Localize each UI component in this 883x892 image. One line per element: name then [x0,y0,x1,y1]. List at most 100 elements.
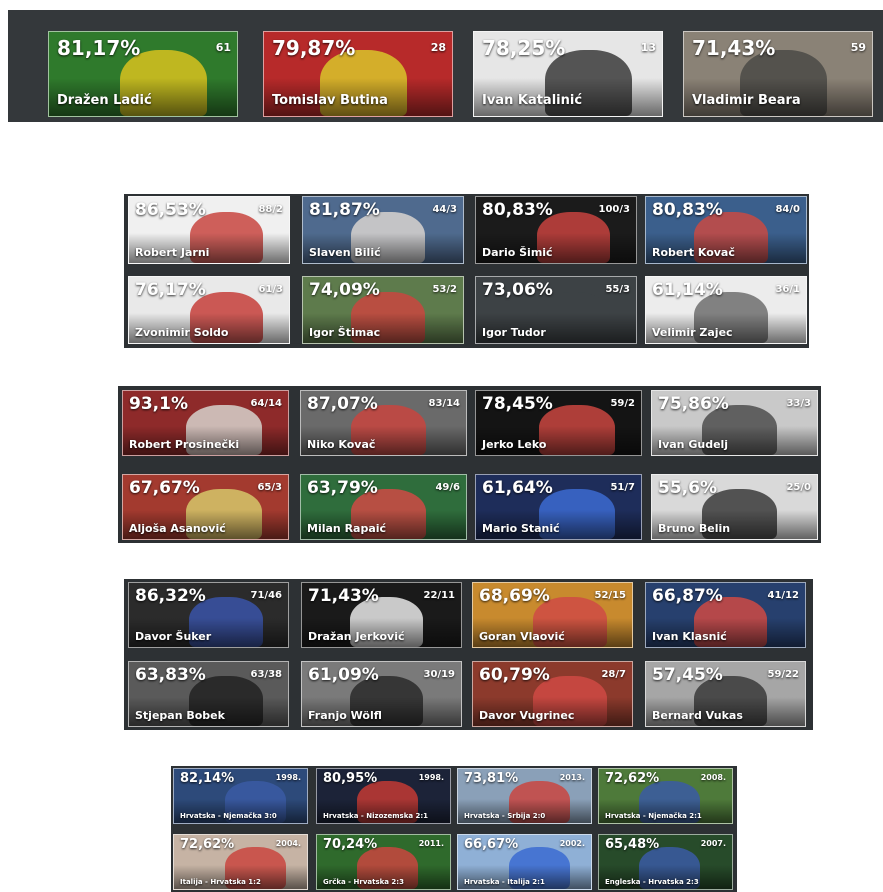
ranking-card[interactable]: 74,09% 53/2 Igor Štimac [302,276,464,344]
rating-percentage: 57,45% [652,665,723,685]
ranking-card[interactable]: 65,48% 2007. Engleska - Hrvatska 2:3 [598,834,733,890]
rating-percentage: 68,69% [479,586,550,606]
card-name: Davor Vugrinec [479,709,575,722]
card-name: Zvonimir Soldo [135,326,229,339]
ranking-card[interactable]: 67,67% 65/3 Aljoša Asanović [122,474,289,540]
card-name: Engleska - Hrvatska 2:3 [605,878,699,886]
ranking-card[interactable]: 93,1% 64/14 Robert Prosinečki [122,390,289,456]
rating-percentage: 74,09% [309,280,380,300]
ranking-card[interactable]: 61,64% 51/7 Mario Stanić [475,474,642,540]
ranking-card[interactable]: 81,87% 44/3 Slaven Bilić [302,196,464,264]
stat-count: 2011. [418,839,444,848]
ranking-card[interactable]: 87,07% 83/14 Niko Kovač [300,390,467,456]
rating-percentage: 81,87% [309,200,380,220]
ranking-card[interactable]: 75,86% 33/3 Ivan Gudelj [651,390,818,456]
stat-count: 2008. [700,773,726,782]
card-name: Robert Prosinečki [129,438,240,451]
stat-count: 51/7 [610,482,635,493]
ranking-card[interactable]: 66,87% 41/12 Ivan Klasnić [645,582,806,648]
rating-percentage: 61,09% [308,665,379,685]
rating-percentage: 63,83% [135,665,206,685]
card-name: Ivan Gudelj [658,438,729,451]
ranking-card[interactable]: 57,45% 59/22 Bernard Vukas [645,661,806,727]
ranking-card[interactable]: 68,69% 52/15 Goran Vlaović [472,582,633,648]
stat-count: 71/46 [250,590,282,601]
card-name: Italija - Hrvatska 1:2 [180,878,261,886]
ranking-card[interactable]: 80,83% 84/0 Robert Kovač [645,196,807,264]
ranking-card[interactable]: 63,83% 63/38 Stjepan Bobek [128,661,289,727]
rating-percentage: 72,62% [605,771,660,786]
rating-percentage: 70,24% [323,837,378,852]
card-name: Hrvatska - Nizozemska 2:1 [323,812,429,820]
ranking-card[interactable]: 66,67% 2002. Hrvatska - Italija 2:1 [457,834,592,890]
rating-percentage: 79,87% [272,36,356,60]
ranking-card[interactable]: 55,6% 25/0 Bruno Belin [651,474,818,540]
stat-count: 59/2 [610,398,635,409]
stat-count: 1998. [275,773,301,782]
ranking-card[interactable]: 70,24% 2011. Grčka - Hrvatska 2:3 [316,834,451,890]
ranking-card[interactable]: 61,09% 30/19 Franjo Wölfl [301,661,462,727]
stat-count: 55/3 [605,284,630,295]
stat-count: 2013. [559,773,585,782]
card-name: Hrvatska - Italija 2:1 [464,878,545,886]
stat-count: 25/0 [786,482,811,493]
ranking-card[interactable]: 60,79% 28/7 Davor Vugrinec [472,661,633,727]
ranking-card[interactable]: 78,25% 13 Ivan Katalinić [473,31,663,117]
card-name: Mario Stanić [482,522,560,535]
stat-count: 84/0 [775,204,800,215]
ranking-card[interactable]: 73,81% 2013. Hrvatska - Srbija 2:0 [457,768,592,824]
ranking-panel-4: 86,32% 71/46 Davor Šuker 71,43% 22/11 Dražan … [124,579,813,730]
rating-percentage: 80,83% [652,200,723,220]
card-name: Vladimir Beara [692,93,801,108]
ranking-panel-5: 82,14% 1998. Hrvatska - Njemačka 3:0 80,95%… [171,766,737,892]
card-name: Goran Vlaović [479,630,565,643]
rating-percentage: 67,67% [129,478,200,498]
rating-percentage: 66,67% [464,837,519,852]
ranking-card[interactable]: 86,32% 71/46 Davor Šuker [128,582,289,648]
stat-count: 100/3 [598,204,630,215]
rating-percentage: 55,6% [658,478,717,498]
card-name: Slaven Bilić [309,246,381,259]
card-name: Tomislav Butina [272,93,388,108]
rating-percentage: 86,32% [135,586,206,606]
card-name: Igor Tudor [482,326,546,339]
stat-count: 33/3 [786,398,811,409]
ranking-panel-2: 86,53% 88/2 Robert Jarni 81,87% 44/3 Slaven B… [124,194,809,348]
rating-percentage: 71,43% [308,586,379,606]
ranking-card[interactable]: 61,14% 36/1 Velimir Zajec [645,276,807,344]
card-name: Hrvatska - Njemačka 2:1 [605,812,702,820]
card-name: Robert Kovač [652,246,735,259]
ranking-card[interactable]: 71,43% 22/11 Dražan Jerković [301,582,462,648]
stat-count: 52/15 [594,590,626,601]
ranking-card[interactable]: 80,83% 100/3 Dario Šimić [475,196,637,264]
stat-count: 2004. [275,839,301,848]
stat-count: 88/2 [258,204,283,215]
ranking-card[interactable]: 76,17% 61/3 Zvonimir Soldo [128,276,290,344]
stat-count: 44/3 [432,204,457,215]
rating-percentage: 63,79% [307,478,378,498]
card-name: Franjo Wölfl [308,709,382,722]
ranking-card[interactable]: 86,53% 88/2 Robert Jarni [128,196,290,264]
card-name: Robert Jarni [135,246,210,259]
ranking-card[interactable]: 79,87% 28 Tomislav Butina [263,31,453,117]
ranking-card[interactable]: 78,45% 59/2 Jerko Leko [475,390,642,456]
stat-count: 2002. [559,839,585,848]
ranking-card[interactable]: 73,06% 55/3 Igor Tudor [475,276,637,344]
ranking-card[interactable]: 72,62% 2004. Italija - Hrvatska 1:2 [173,834,308,890]
ranking-card[interactable]: 82,14% 1998. Hrvatska - Njemačka 3:0 [173,768,308,824]
stat-count: 13 [640,41,656,54]
stat-count: 83/14 [428,398,460,409]
rating-percentage: 60,79% [479,665,550,685]
ranking-card[interactable]: 63,79% 49/6 Milan Rapaić [300,474,467,540]
ranking-card[interactable]: 81,17% 61 Dražen Ladić [48,31,238,117]
ranking-card[interactable]: 72,62% 2008. Hrvatska - Njemačka 2:1 [598,768,733,824]
ranking-panel-3: 93,1% 64/14 Robert Prosinečki 87,07% 83/14 Ni… [118,386,821,543]
rating-percentage: 78,45% [482,394,553,414]
card-name: Milan Rapaić [307,522,387,535]
rating-percentage: 78,25% [482,36,566,60]
ranking-card[interactable]: 80,95% 1998. Hrvatska - Nizozemska 2:1 [316,768,451,824]
card-name: Ivan Katalinić [482,93,583,108]
rating-percentage: 82,14% [180,771,235,786]
ranking-card[interactable]: 71,43% 59 Vladimir Beara [683,31,873,117]
stat-count: 64/14 [250,398,282,409]
